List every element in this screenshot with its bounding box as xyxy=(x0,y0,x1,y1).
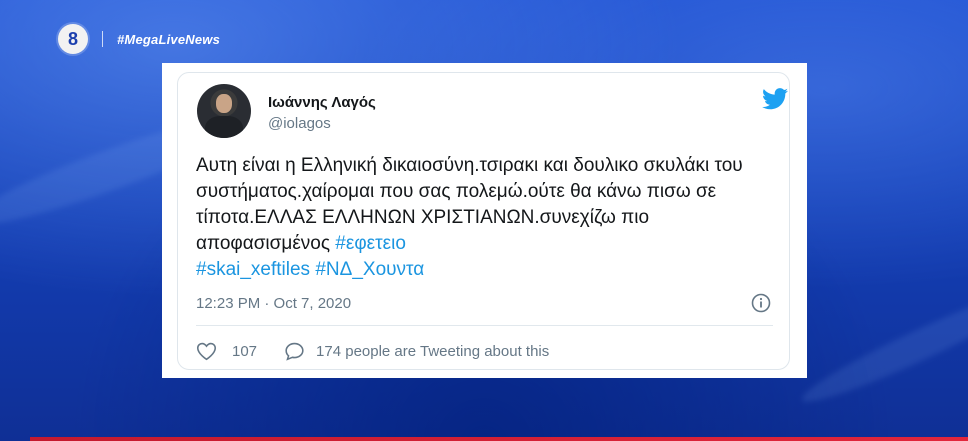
channel-8-logo: 8 xyxy=(58,24,88,54)
user-handle[interactable]: @iolagos xyxy=(268,115,331,132)
divider xyxy=(196,325,773,326)
tweet-actions: 107 174 people are Tweeting about this xyxy=(196,341,549,361)
like-count[interactable]: 107 xyxy=(232,343,257,360)
people-tweeting-link[interactable]: 174 people are Tweeting about this xyxy=(316,343,549,360)
hashtag-link[interactable]: #ΝΔ_Χουντα xyxy=(315,259,424,280)
overlay-divider xyxy=(102,31,103,47)
twitter-bird-icon[interactable] xyxy=(762,88,788,110)
ticker-accent-line xyxy=(30,437,968,441)
heart-icon[interactable] xyxy=(196,341,217,361)
background-streak xyxy=(795,276,968,414)
overlay-hashtag: #MegaLiveNews xyxy=(117,31,221,47)
display-name[interactable]: Ιωάννης Λαγός xyxy=(268,94,376,111)
speech-bubble-icon[interactable] xyxy=(284,341,305,361)
hashtag-link[interactable]: #εφετειο xyxy=(335,233,406,254)
channel-number: 8 xyxy=(67,28,78,49)
tweet-embed-frame: Ιωάννης Λαγός @iolagos Αυτη είναι η Ελλη… xyxy=(162,63,807,378)
tweet-timestamp[interactable]: 12:23 PM · Oct 7, 2020 xyxy=(196,295,351,312)
tweet-card[interactable]: Ιωάννης Λαγός @iolagos Αυτη είναι η Ελλη… xyxy=(177,72,790,370)
tweet-body-text: Αυτη είναι η Ελληνική δικαιοσύνη.τσιρακι… xyxy=(196,155,743,254)
tweet-text: Αυτη είναι η Ελληνική δικαιοσύνη.τσιρακι… xyxy=(196,153,776,283)
info-icon[interactable] xyxy=(751,293,771,313)
hashtag-link[interactable]: #skai_xeftiles xyxy=(196,259,310,280)
channel-overlay: 8 #MegaLiveNews xyxy=(58,24,220,54)
avatar[interactable] xyxy=(197,84,251,138)
